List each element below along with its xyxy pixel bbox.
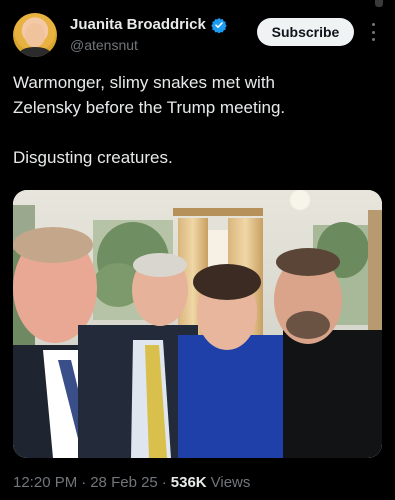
meta-separator: ·	[161, 474, 167, 491]
author-display-name[interactable]: Juanita Broaddrick	[70, 16, 206, 33]
subscribe-button[interactable]: Subscribe	[257, 18, 354, 46]
verified-icon	[211, 17, 227, 33]
post-date[interactable]: 28 Feb 25	[90, 474, 158, 491]
post-text-line: Zelensky before the Trump meeting.	[13, 98, 286, 117]
post-text-line: Warmonger, slimy snakes met with	[13, 73, 275, 92]
post-text: Warmonger, slimy snakes met with Zelensk…	[13, 70, 373, 170]
author-handle[interactable]: @atensnut	[70, 37, 138, 53]
views-count[interactable]: 536K	[171, 474, 207, 491]
post-text-line: Disgusting creatures.	[13, 148, 173, 167]
author-name-row[interactable]: Juanita Broaddrick	[70, 16, 227, 33]
views-label: Views	[210, 474, 251, 491]
avatar[interactable]	[13, 13, 57, 57]
post-photo[interactable]	[13, 190, 382, 458]
post-meta: 12:20 PM · 28 Feb 25 · 536K Views	[13, 474, 250, 491]
meta-separator: ·	[81, 474, 87, 491]
post-time[interactable]: 12:20 PM	[13, 474, 77, 491]
post-header: Juanita Broaddrick @atensnut Subscribe	[0, 0, 395, 64]
more-icon[interactable]	[368, 23, 378, 41]
photo-illustration	[13, 190, 382, 458]
